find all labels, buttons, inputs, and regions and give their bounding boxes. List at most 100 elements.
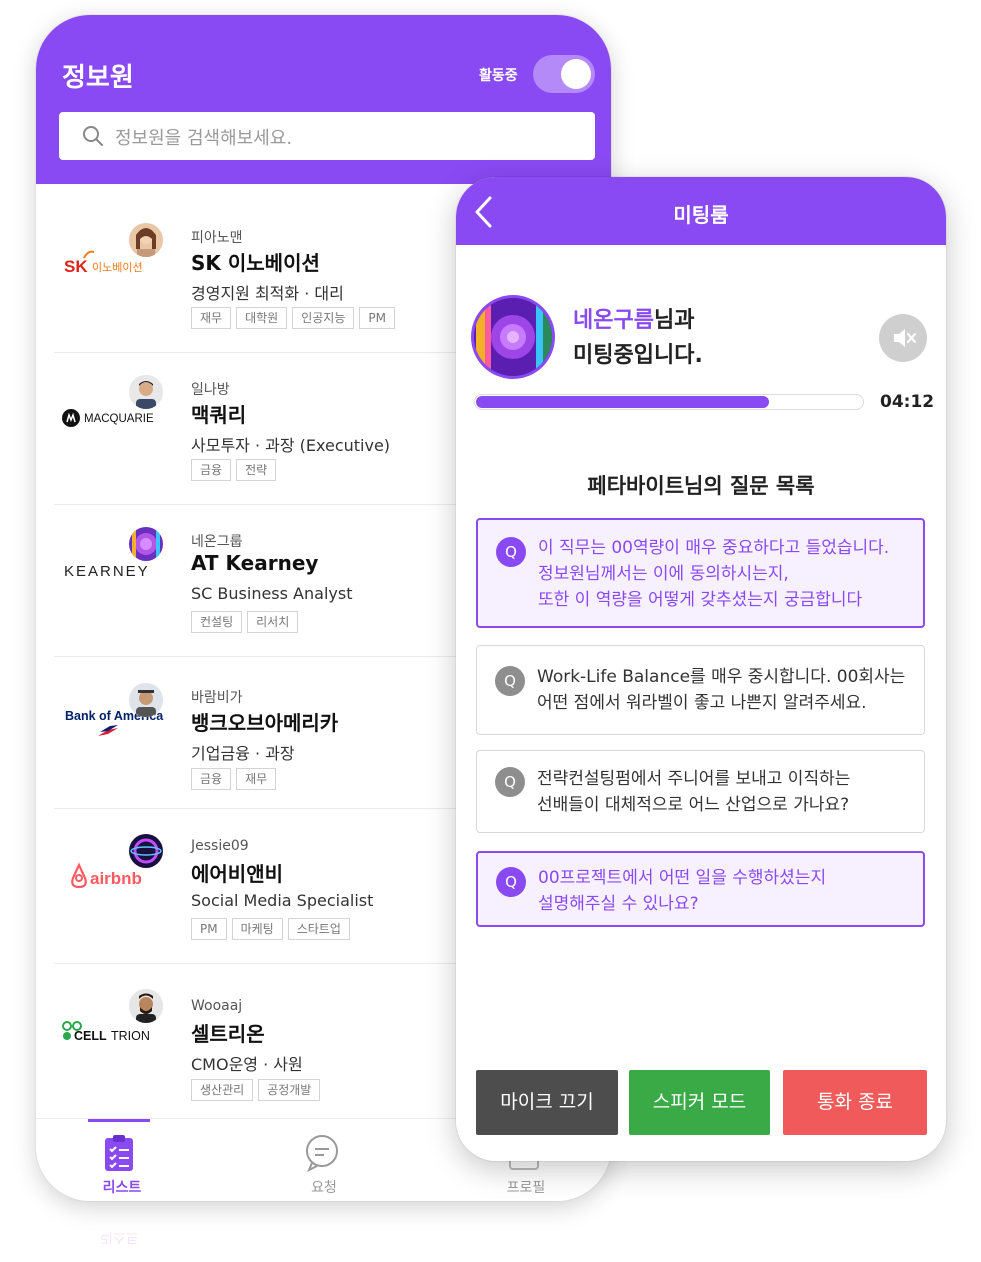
svg-text:KEARNEY: KEARNEY <box>64 563 150 580</box>
nav-tab-list[interactable]: 리스트 <box>62 1119 182 1201</box>
nav-label: 리스트 <box>102 1180 142 1196</box>
question-line: Work-Life Balance를 매우 중시합니다. 00회사는 <box>537 667 906 687</box>
role: SC Business Analyst <box>191 584 353 603</box>
question-text: 전략컨설팅펌에서 주니어를 보내고 이직하는 선배들이 대체적으로 어느 산업으… <box>537 766 850 818</box>
page-title: 정보원 <box>62 63 134 93</box>
nav-tab-request[interactable]: 요청 <box>264 1119 384 1201</box>
toggle-knob <box>561 59 591 89</box>
tag: PM <box>191 918 227 940</box>
question-card[interactable]: Q Work-Life Balance를 매우 중시합니다. 00회사는 어떤 … <box>476 645 925 735</box>
question-text: 00프로젝트에서 어떤 일을 수행하셨는지 설명해주실 수 있나요? <box>538 865 826 917</box>
questions-title: 페타바이트님의 질문 목록 <box>587 474 815 498</box>
company-name: 셀트리온 <box>191 1022 265 1046</box>
question-card[interactable]: Q 전략컨설팅펌에서 주니어를 보내고 이직하는 선배들이 대체적으로 어느 산… <box>476 750 925 833</box>
role: Social Media Specialist <box>191 891 374 910</box>
activity-toggle[interactable] <box>533 55 595 93</box>
nav-label: 요청 <box>311 1180 337 1196</box>
svg-text:이노베이션: 이노베이션 <box>92 261 143 274</box>
nav-label: 프로필 <box>506 1180 546 1196</box>
status-label: 활동중 <box>479 68 518 84</box>
search-input[interactable]: 정보원을 검색해보세요. <box>59 112 595 160</box>
partner-avatar <box>471 295 555 379</box>
tag-list: 생산관리 공정개발 <box>191 1079 321 1101</box>
question-badge: Q <box>496 867 526 897</box>
page-title: 미팅룸 <box>673 203 729 227</box>
tag: 재무 <box>191 307 232 329</box>
role: 사모투자 · 과장 (Executive) <box>191 436 391 455</box>
company-name: SK 이노베이션 <box>191 251 320 275</box>
mic-off-button[interactable]: 마이크 끄기 <box>476 1070 618 1135</box>
question-line: 선배들이 대체적으로 어느 산업으로 가나요? <box>537 795 850 815</box>
clipboard-list-icon <box>105 1135 133 1171</box>
tag-list: 금융 전략 <box>191 459 277 481</box>
tag: 금융 <box>191 459 232 481</box>
partner-name: 네온구름 <box>573 308 654 333</box>
company-name: 에어비앤비 <box>191 862 283 886</box>
svg-text:TRION: TRION <box>111 1029 150 1043</box>
meeting-header: 미팅룸 <box>456 177 946 245</box>
svg-text:airbnb: airbnb <box>90 869 142 888</box>
message-suffix: 님과 <box>653 308 695 333</box>
tag: 인공지능 <box>292 307 355 329</box>
meeting-screen: 미팅룸 네온구름님과 미팅중입니다. 04:12 페타바이트님의 질문 목록 Q… <box>456 177 946 1161</box>
search-icon <box>83 126 103 146</box>
tag-list: 재무 대학원 인공지능 PM <box>191 307 395 329</box>
list-header: 정보원 활동중 정보원을 검색해보세요. <box>36 15 611 184</box>
chat-bubble-icon <box>306 1135 338 1173</box>
nickname: Wooaaj <box>191 998 243 1014</box>
question-badge: Q <box>495 767 525 797</box>
role: 경영지원 최적화 · 대리 <box>191 284 344 303</box>
question-card[interactable]: Q 이 직무는 00역량이 매우 중요하다고 들었습니다. 정보원님께서는 이에… <box>476 518 925 628</box>
nickname: 피아노맨 <box>191 230 243 246</box>
tag: 공정개발 <box>258 1079 321 1101</box>
nickname: 일나방 <box>191 382 230 398</box>
tag: PM <box>359 307 395 329</box>
nav-label-reflection: 리스트 <box>100 1229 139 1245</box>
tag: 전략 <box>236 459 277 481</box>
question-line: 또한 이 역량을 어떻게 갖추셨는지 궁금합니다 <box>538 590 863 610</box>
company-name: 맥쿼리 <box>191 403 247 427</box>
call-timer: 04:12 <box>880 392 935 412</box>
avatar <box>129 223 163 257</box>
tag: 스타트업 <box>287 918 350 940</box>
mute-button[interactable] <box>879 314 927 362</box>
svg-text:CELL: CELL <box>74 1029 107 1043</box>
question-card[interactable]: Q 00프로젝트에서 어떤 일을 수행하셨는지 설명해주실 수 있나요? <box>476 851 925 927</box>
nickname: 네온그룹 <box>191 534 243 550</box>
speaker-mode-button[interactable]: 스피커 모드 <box>629 1070 770 1135</box>
search-placeholder: 정보원을 검색해보세요. <box>115 128 293 149</box>
tag: 컨설팅 <box>191 611 243 633</box>
svg-text:SK: SK <box>64 257 88 276</box>
avatar <box>129 527 163 561</box>
question-line: 00프로젝트에서 어떤 일을 수행하셨는지 <box>538 868 827 888</box>
question-line: 설명해주실 수 있나요? <box>538 894 699 914</box>
question-text: 이 직무는 00역량이 매우 중요하다고 들었습니다. 정보원님께서는 이에 동… <box>538 535 889 613</box>
meeting-message-line1: 네온구름님과 <box>573 302 694 334</box>
company-name: AT Kearney <box>191 551 319 575</box>
nickname: Jessie09 <box>191 838 249 854</box>
company-name: 뱅크오브아메리카 <box>191 711 339 735</box>
avatar <box>129 834 163 868</box>
role: CMO운영 · 사원 <box>191 1055 303 1074</box>
tag: 대학원 <box>236 307 288 329</box>
tag-list: 컨설팅 리서치 <box>191 611 299 633</box>
end-call-button[interactable]: 통화 종료 <box>783 1070 927 1135</box>
call-progress-fill <box>476 396 769 408</box>
question-line: 정보원님께서는 이에 동의하시는지, <box>538 564 789 584</box>
tag: 금융 <box>191 768 232 790</box>
tag-list: 금융 재무 <box>191 768 277 790</box>
tag: 재무 <box>236 768 277 790</box>
question-line: 전략컨설팅펌에서 주니어를 보내고 이직하는 <box>537 769 851 789</box>
tag: 생산관리 <box>191 1079 254 1101</box>
active-tab-indicator <box>88 1119 150 1122</box>
tag: 마케팅 <box>231 918 283 940</box>
question-line: 이 직무는 00역량이 매우 중요하다고 들었습니다. <box>538 538 890 558</box>
meeting-message-line2: 미팅중입니다. <box>573 343 703 368</box>
speaker-mute-icon <box>894 329 917 347</box>
question-line: 어떤 점에서 워라벨이 좋고 나쁜지 알려주세요. <box>537 693 867 713</box>
tag-list: PM 마케팅 스타트업 <box>191 918 350 940</box>
question-badge: Q <box>495 666 525 696</box>
tag: 리서치 <box>247 611 299 633</box>
avatar <box>129 683 163 717</box>
svg-text:MACQUARIE: MACQUARIE <box>84 413 154 425</box>
